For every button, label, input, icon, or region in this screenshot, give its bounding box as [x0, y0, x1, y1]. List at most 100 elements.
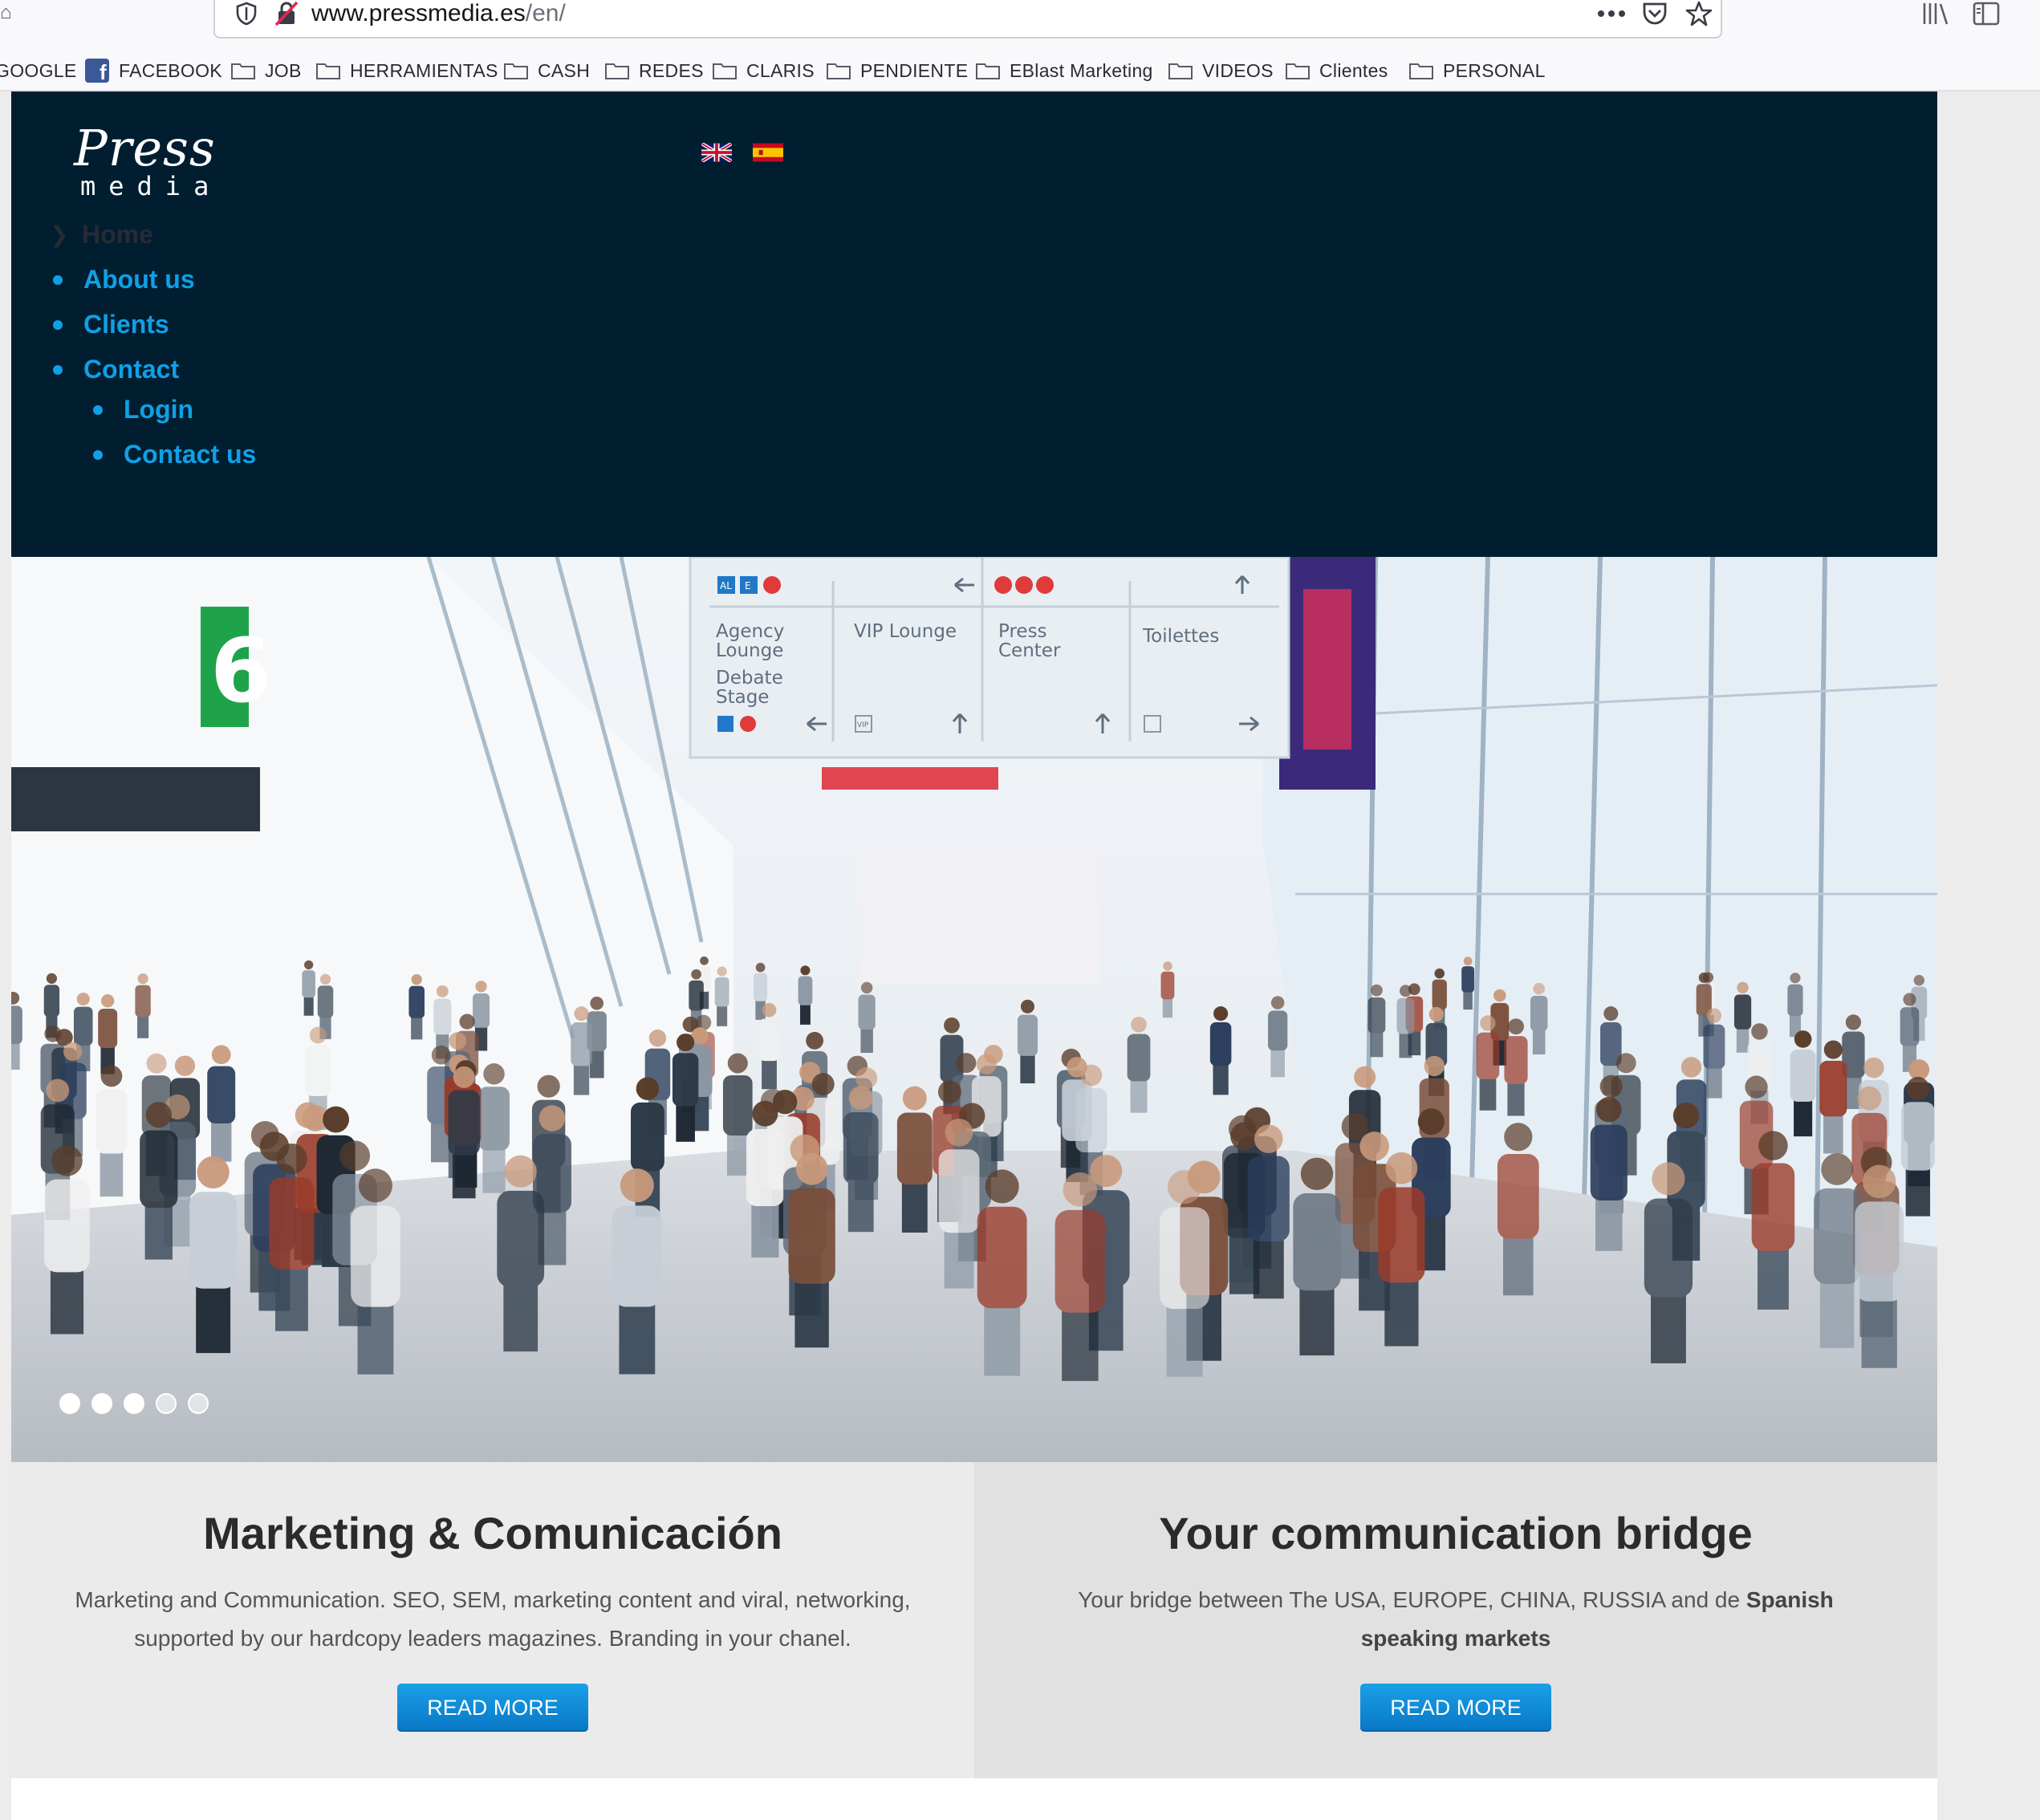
- sign-stage: Stage: [716, 687, 769, 708]
- slide-dot-2[interactable]: [91, 1393, 112, 1414]
- sign-lounge: Lounge: [716, 640, 783, 661]
- folder-icon: [316, 63, 340, 79]
- bookmark-label: PENDIENTE: [860, 59, 969, 81]
- bookmark-cash[interactable]: CASH: [504, 55, 590, 87]
- nav-clients[interactable]: Clients: [53, 310, 169, 339]
- site-logo[interactable]: Press media: [74, 119, 222, 201]
- folder-icon: [1409, 63, 1433, 79]
- bookmark-label: CLARIS: [746, 59, 815, 81]
- read-more-button[interactable]: READ MORE: [1360, 1684, 1551, 1732]
- folder-icon: [605, 63, 629, 79]
- site-header: Press media ❯ Home About us Clients Cont…: [11, 91, 1937, 557]
- bookmark-label: GOOGLE: [0, 59, 77, 81]
- bookmark-label: REDES: [639, 59, 704, 81]
- folder-icon: [976, 63, 1000, 79]
- star-icon[interactable]: [1685, 0, 1713, 32]
- folder-icon: [1168, 63, 1193, 79]
- slide-dot-4[interactable]: [156, 1393, 177, 1414]
- pocket-icon[interactable]: [1642, 0, 1668, 32]
- bullet-icon: [93, 404, 103, 415]
- panel-body: Marketing and Communication. SEO, SEM, m…: [75, 1587, 911, 1651]
- folder-icon: [231, 63, 255, 79]
- sign-debate: Debate: [716, 668, 783, 689]
- logo-line1: Press: [74, 119, 216, 177]
- bookmark-clientes[interactable]: Clientes: [1286, 55, 1388, 87]
- shield-icon[interactable]: [233, 0, 260, 27]
- url-text[interactable]: www.pressmedia.es/en/: [311, 0, 566, 32]
- url-path: /en/: [525, 0, 566, 26]
- badge-vip: VIP: [857, 721, 869, 729]
- hall-number: 6: [210, 620, 272, 722]
- url-host: www.pressmedia.es: [311, 0, 526, 26]
- sidebar-icon[interactable]: [1973, 2, 2000, 26]
- sign-vip-lounge: VIP Lounge: [854, 621, 957, 642]
- insecure-lock-icon[interactable]: [273, 0, 300, 27]
- nav-about-us[interactable]: About us: [53, 265, 195, 295]
- url-bar[interactable]: www.pressmedia.es/en/: [213, 0, 1722, 39]
- facebook-icon: f: [85, 59, 109, 83]
- bookmark-eblast-marketing[interactable]: EBlast Marketing: [976, 55, 1153, 87]
- bullet-icon: [53, 364, 63, 375]
- folder-icon: [713, 63, 737, 79]
- bookmark-label: PERSONAL: [1443, 59, 1546, 81]
- bullet-icon: [93, 449, 103, 460]
- direction-sign: AL E Agency Lounge Debate Stage VIP Loun…: [689, 557, 1290, 759]
- sign-center: Center: [998, 640, 1061, 661]
- bookmark-label: Clientes: [1319, 59, 1388, 81]
- browser-toolbar: ⌂ www.pressmedia.es/en/: [0, 0, 2040, 56]
- bookmark-label: HERRAMIENTAS: [350, 59, 498, 81]
- bookmark-label: FACEBOOK: [119, 59, 222, 81]
- bookmark-label: EBlast Marketing: [1010, 59, 1153, 81]
- nav-login[interactable]: Login: [93, 395, 193, 425]
- bookmark-pendiente[interactable]: PENDIENTE: [827, 55, 968, 87]
- uk-flag-icon[interactable]: [701, 143, 732, 162]
- nav-contact-label: Contact: [83, 355, 180, 384]
- library-icon[interactable]: [1921, 2, 1950, 26]
- nav-clients-label: Clients: [83, 310, 169, 339]
- bookmark-google[interactable]: GOOGLE: [0, 55, 77, 87]
- bullet-icon: [53, 319, 63, 330]
- hero-image: 6 AL E Agency Lounge Debate Stage VIP Lo…: [11, 557, 1937, 1462]
- nav-contact[interactable]: Contact: [53, 355, 179, 384]
- feature-panel-marketing: Marketing & Comunicación Marketing and C…: [11, 1462, 974, 1778]
- nav-contact-us[interactable]: Contact us: [93, 440, 256, 469]
- bookmark-personal[interactable]: PERSONAL: [1409, 55, 1546, 87]
- bookmark-job[interactable]: JOB: [231, 55, 302, 87]
- feature-panel-bridge: Your communication bridge Your bridge be…: [974, 1462, 1937, 1778]
- home-icon[interactable]: ⌂: [0, 3, 12, 22]
- badge-al: AL: [720, 580, 732, 591]
- read-more-button[interactable]: READ MORE: [397, 1684, 588, 1732]
- nav-login-label: Login: [124, 395, 194, 424]
- nav-home[interactable]: ❯ Home: [50, 220, 153, 250]
- bookmark-label: CASH: [538, 59, 591, 81]
- more-icon[interactable]: [1597, 0, 1626, 32]
- slide-dot-5[interactable]: [188, 1393, 209, 1414]
- slide-dot-3[interactable]: [124, 1393, 144, 1414]
- content-strip: [11, 1778, 1937, 1820]
- folder-icon: [1286, 63, 1310, 79]
- panel-title: Marketing & Comunicación: [203, 1508, 782, 1558]
- bookmark-redes[interactable]: REDES: [605, 55, 704, 87]
- bookmark-facebook[interactable]: f FACEBOOK: [85, 55, 222, 87]
- hero-slider[interactable]: 6 AL E Agency Lounge Debate Stage VIP Lo…: [11, 557, 1937, 1462]
- bookmark-label: VIDEOS: [1202, 59, 1274, 81]
- nav-contact-us-label: Contact us: [124, 440, 257, 469]
- sign-toilettes: Toilettes: [1142, 626, 1219, 647]
- slide-dot-1[interactable]: [59, 1393, 80, 1414]
- bookmarks-toolbar: GOOGLE f FACEBOOK JOB HERRAMIENTAS CASH R…: [0, 50, 2040, 91]
- bookmark-herramientas[interactable]: HERRAMIENTAS: [316, 55, 498, 87]
- sign-agency: Agency: [716, 621, 784, 642]
- sign-press: Press: [998, 621, 1047, 642]
- spain-flag-icon[interactable]: [753, 143, 783, 162]
- bookmark-claris[interactable]: CLARIS: [713, 55, 815, 87]
- folder-icon: [827, 63, 851, 79]
- nav-home-label: Home: [82, 220, 153, 249]
- panel-title: Your communication bridge: [1159, 1508, 1753, 1558]
- bookmark-videos[interactable]: VIDEOS: [1168, 55, 1274, 87]
- page-gutter: [1937, 91, 2040, 1820]
- logo-line2: media: [80, 171, 222, 201]
- nav-about-label: About us: [83, 265, 195, 294]
- chevron-right-icon: ❯: [50, 222, 69, 247]
- folder-icon: [504, 63, 528, 79]
- bookmark-label: JOB: [265, 59, 302, 81]
